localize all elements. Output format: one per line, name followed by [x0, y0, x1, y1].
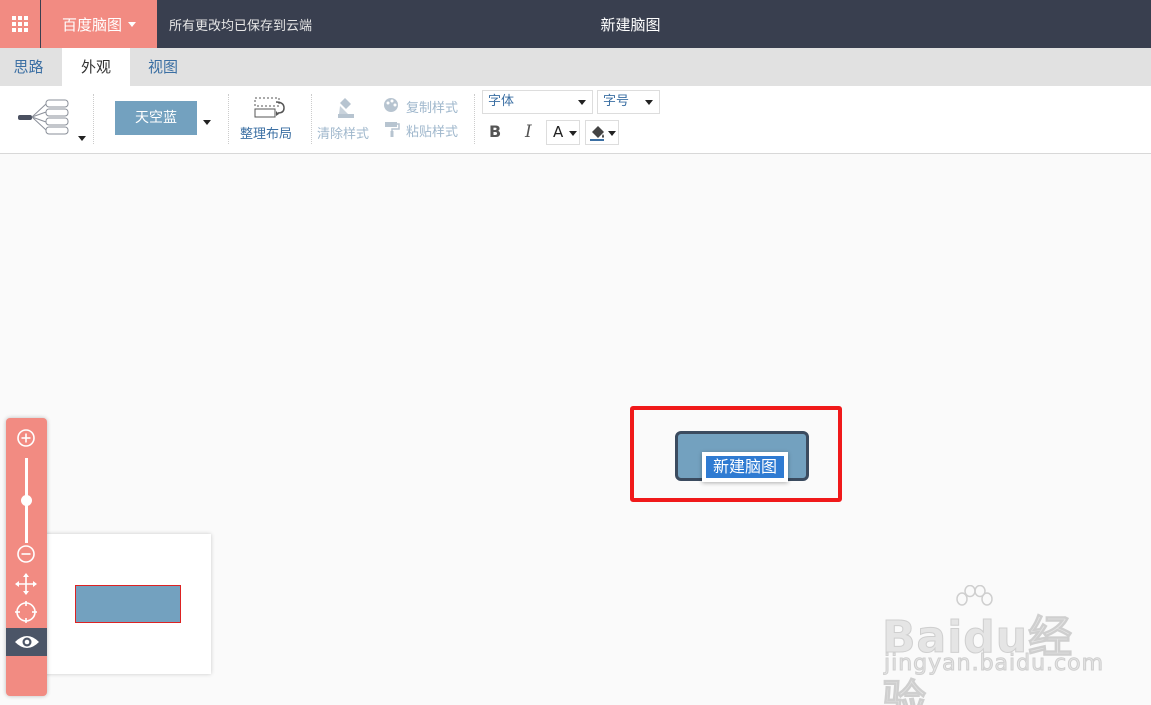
toolbar-divider — [228, 94, 229, 144]
background-color-button[interactable] — [585, 120, 619, 145]
annotation-highlight-box — [630, 406, 842, 502]
toolbar-divider — [311, 94, 312, 144]
zoom-panel — [6, 418, 47, 696]
chevron-down-icon — [569, 131, 577, 136]
paste-style-label: 粘贴样式 — [406, 125, 459, 140]
copy-style-icon — [384, 98, 398, 112]
italic-button[interactable]: I — [525, 122, 532, 142]
watermark-url: jingyan.baidu.com — [883, 651, 1105, 677]
zoom-out-icon[interactable] — [16, 544, 36, 564]
chevron-down-icon — [645, 100, 653, 105]
clear-style-label: 清除样式 — [317, 127, 370, 142]
structure-button[interactable] — [12, 94, 88, 146]
font-color-label: A — [553, 123, 564, 141]
structure-icon — [18, 99, 69, 135]
chevron-down-icon — [608, 131, 616, 136]
move-icon[interactable] — [14, 572, 38, 596]
toggle-navigator-button[interactable] — [6, 628, 47, 656]
tidy-layout-label: 整理布局 — [240, 127, 293, 142]
baidu-jingyan-watermark: Baidu经验 jingyan.baidu.com — [882, 585, 1104, 705]
tab-idea[interactable]: 思路 — [0, 48, 57, 86]
chevron-down-icon — [78, 136, 86, 141]
theme-dropdown-icon[interactable] — [203, 120, 211, 125]
brand-menu-button[interactable]: 百度脑图 — [41, 0, 157, 48]
toolbar-divider — [474, 94, 475, 144]
mindmap-app: 百度脑图 所有更改均已保存到云端 新建脑图 思路 外观 视图 天空蓝 整理布局 … — [0, 0, 1151, 705]
apps-grid-icon — [12, 16, 28, 32]
clear-style-icon — [338, 98, 354, 118]
bold-button[interactable]: B — [489, 122, 501, 141]
tidy-layout-icon — [254, 97, 285, 118]
zoom-slider-thumb[interactable] — [21, 495, 32, 506]
brand-label: 百度脑图 — [61, 15, 122, 34]
copy-style-label: 复制样式 — [406, 101, 459, 116]
background-color-icon — [590, 126, 604, 141]
apps-menu-button[interactable] — [0, 0, 40, 48]
minimap-viewport[interactable] — [75, 585, 181, 623]
locate-icon[interactable] — [14, 600, 38, 624]
font-family-select[interactable]: 字体 — [482, 90, 593, 114]
zoom-in-icon[interactable] — [16, 428, 36, 448]
tab-appearance[interactable]: 外观 — [62, 48, 130, 86]
tab-view[interactable]: 视图 — [130, 48, 196, 86]
toolbar-divider — [93, 94, 94, 144]
font-size-value: 字号 — [603, 94, 630, 109]
chevron-down-icon — [578, 100, 586, 105]
appearance-toolbar: 天空蓝 整理布局 清除样式 复制样式 粘贴样式 字体 字号 B I A — [0, 86, 1151, 154]
font-color-button[interactable]: A — [546, 120, 580, 145]
theme-button[interactable]: 天空蓝 — [115, 101, 197, 135]
save-status: 所有更改均已保存到云端 — [169, 19, 313, 34]
navigator-minimap[interactable] — [44, 534, 211, 674]
chevron-down-icon — [128, 21, 136, 27]
top-bar: 百度脑图 所有更改均已保存到云端 新建脑图 — [0, 0, 1151, 48]
eye-icon — [14, 636, 39, 648]
font-family-value: 字体 — [488, 94, 515, 109]
font-size-select[interactable]: 字号 — [597, 90, 660, 114]
tab-bar: 思路 外观 视图 — [0, 48, 1151, 86]
paste-style-icon — [385, 122, 400, 137]
